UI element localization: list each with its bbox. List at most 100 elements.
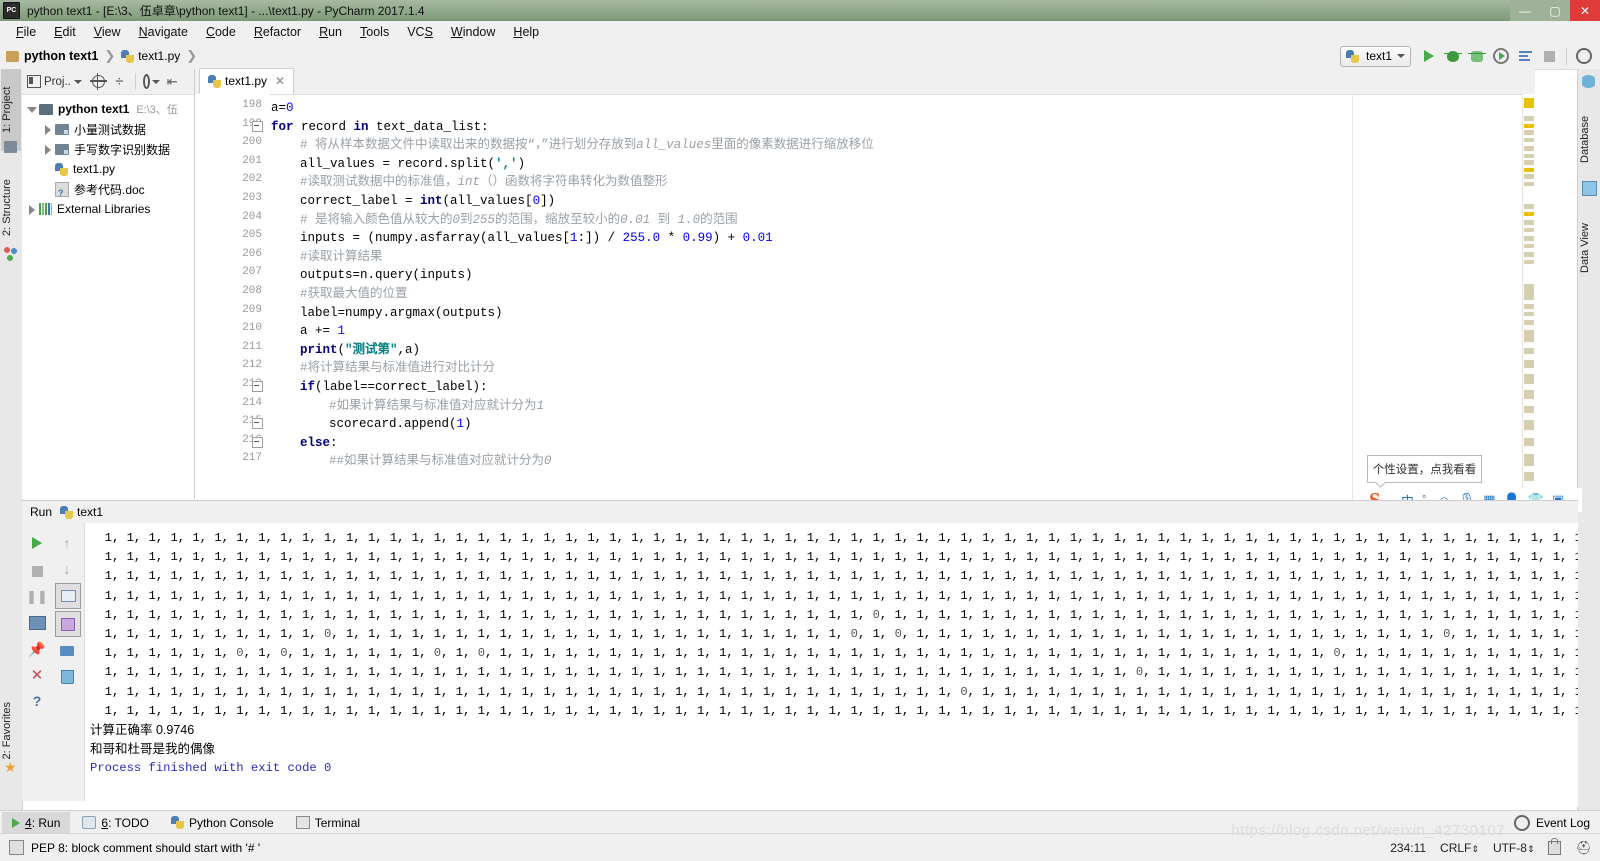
expand-arrow-icon[interactable] [42,124,53,135]
tree-node[interactable]: python text1 E:\3、伍 [22,99,194,119]
code-line[interactable]: #读取测试数据中的标准值，int（）函数将字符串转化为数值整形 [271,173,668,192]
tree-node[interactable]: 参考代码.doc [22,179,194,199]
maximize-button[interactable]: ▢ [1540,0,1570,21]
tree-node[interactable]: text1.py [22,159,194,179]
code-line[interactable]: #如果计算结果与标准值对应就计分为1 [271,397,544,416]
menu-edit[interactable]: Edit [45,23,85,41]
print-button[interactable] [55,639,79,663]
menu-window[interactable]: Window [442,23,504,41]
bottom-tab[interactable]: 4: Run [2,811,71,834]
breadcrumb-separator-1: ❯ [104,48,116,63]
stop-button[interactable] [25,559,49,583]
code-line[interactable]: if(label==correct_label): [271,378,488,397]
rerun-button[interactable] [25,531,49,555]
code-line[interactable]: for record in text_data_list: [271,118,489,137]
menu-navigate[interactable]: Navigate [130,23,197,41]
run-button[interactable] [1418,45,1440,67]
menu-run[interactable]: Run [310,23,351,41]
event-log-button[interactable]: Event Log [1513,814,1590,831]
code-line[interactable]: inputs = (numpy.asfarray(all_values[1:])… [271,229,773,248]
line-separator[interactable]: CRLF⇕ [1440,841,1479,855]
editor-fold-column[interactable] [252,94,266,499]
collapse-all-button[interactable]: ÷ [111,73,128,90]
close-button[interactable]: ✕ [25,663,49,687]
close-icon[interactable]: ✕ [275,74,285,88]
breadcrumb-project[interactable]: python text1 [24,49,98,63]
code-line[interactable]: # 是将输入颜色值从较大的0到255的范围，缩放至较小的0.01 到 1.0的范… [271,211,738,230]
minimize-button[interactable]: — [1510,0,1540,21]
code-fold-marker[interactable] [252,436,263,448]
editor-tab-text1[interactable]: text1.py ✕ [199,68,295,94]
show-console-button[interactable] [25,611,49,635]
pause-button[interactable]: ❚❚ [25,585,49,609]
file-encoding[interactable]: UTF-8⇕ [1493,841,1535,855]
menu-code[interactable]: Code [197,23,245,41]
profile-button[interactable] [1490,45,1512,67]
code-fold-marker[interactable] [252,381,263,392]
expand-arrow-icon[interactable] [26,204,37,215]
hide-panel-button[interactable]: ⇤ [164,73,181,90]
code-line[interactable]: #将计算结果与标准值进行对比计分 [271,359,495,378]
sidebar-item-project[interactable]: 1: Project [1,69,21,151]
menu-tools[interactable]: Tools [351,23,398,41]
project-view-selector[interactable]: Proj.. [27,75,82,88]
menu-file[interactable]: File [7,23,45,41]
menu-view[interactable]: View [85,23,130,41]
code-line[interactable]: #读取计算结果 [271,248,383,267]
menu-help[interactable]: Help [504,23,548,41]
debug-button[interactable] [1442,45,1464,67]
code-line[interactable]: a=0 [271,99,294,118]
sidebar-item-structure[interactable]: 2: Structure [1,161,21,255]
soft-wrap-button[interactable] [55,583,81,609]
tree-node[interactable]: External Libraries [22,199,194,219]
no-arrow [42,164,53,175]
code-line[interactable]: a += 1 [271,322,345,341]
sidebar-item-dataview[interactable]: Data View [1579,199,1599,297]
scroll-to-end-button[interactable] [55,611,81,637]
code-line[interactable]: correct_label = int(all_values[0]) [271,192,555,211]
sidebar-item-favorites[interactable]: 2: Favorites [1,702,21,759]
hector-icon[interactable]: ⛑ [1575,840,1592,856]
clear-all-button[interactable] [55,665,79,689]
console-button[interactable] [1514,45,1536,67]
code-fold-marker[interactable] [252,120,263,132]
bottom-tab[interactable]: Terminal [286,812,370,834]
pin-button[interactable]: 📌 [25,637,49,661]
bottom-tab[interactable]: 6: TODO [72,812,159,834]
tree-node[interactable]: 小量测试数据 [22,119,194,139]
search-button[interactable] [1573,45,1595,67]
code-fold-marker[interactable] [252,418,263,430]
coverage-button[interactable] [1466,45,1488,67]
code-line[interactable]: else: [271,434,338,453]
scroll-down-button[interactable]: ↓ [55,557,79,581]
editor-scroll-markers[interactable] [1522,94,1535,499]
code-line[interactable]: all_values = record.split(',') [271,155,525,174]
lock-icon[interactable] [1548,837,1562,855]
scroll-from-source-button[interactable] [89,73,107,90]
expand-arrow-icon[interactable] [26,104,37,115]
code-line[interactable]: label=numpy.argmax(outputs) [271,304,503,323]
console-output[interactable]: 1, 1, 1, 1, 1, 1, 1, 1, 1, 1, 1, 1, 1, 1… [85,523,1578,807]
settings-button[interactable] [142,73,160,90]
code-line[interactable]: #获取最大值的位置 [271,285,408,304]
menu-vcs[interactable]: VCS [398,23,442,41]
close-button[interactable]: ✕ [1570,0,1600,21]
ime-tooltip[interactable]: 个性设置，点我看看 [1367,455,1482,483]
code-line[interactable]: outputs=n.query(inputs) [271,266,473,285]
run-configuration-selector[interactable]: text1 [1339,45,1411,67]
stop-button[interactable] [1538,45,1560,67]
code-line[interactable]: scorecard.append(1) [271,415,472,434]
editor-code[interactable]: a=0 for record in text_data_list: # 将从样本数据… [271,94,1461,499]
menu-refactor[interactable]: Refactor [245,23,310,41]
expand-arrow-icon[interactable] [42,144,53,155]
scroll-up-button[interactable]: ↑ [55,531,79,555]
caret-position[interactable]: 234:11 [1390,841,1426,855]
code-line[interactable]: # 将从样本数据文件中读取出来的数据按“，”进行划分存放到all_values里… [271,136,874,155]
tree-node[interactable]: 手写数字识别数据 [22,139,194,159]
code-line[interactable]: print("测试第",a) [271,341,420,360]
sidebar-item-database[interactable]: Database [1579,93,1599,185]
breadcrumb-file[interactable]: text1.py [138,49,180,63]
bottom-tab[interactable]: Python Console [161,812,284,834]
help-button[interactable]: ? [25,689,49,713]
code-line[interactable]: ##如果计算结果与标准值对应就计分为0 [271,452,552,471]
